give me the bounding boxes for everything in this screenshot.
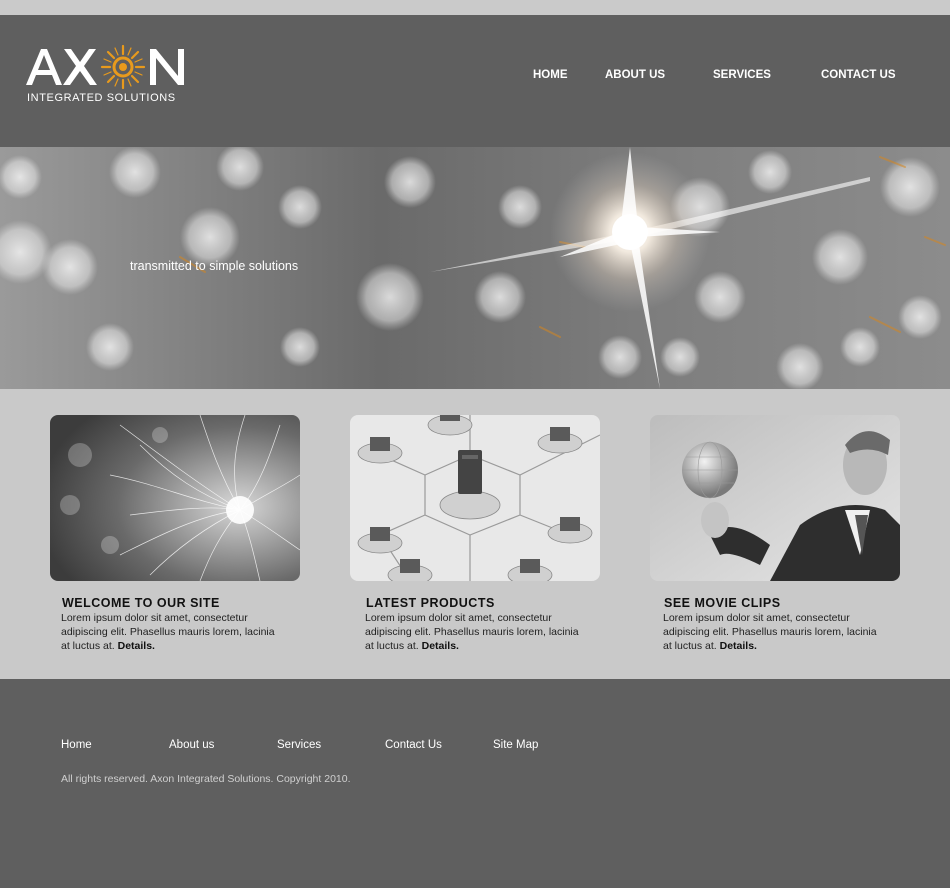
nav-contact-us[interactable]: CONTACT US [821, 69, 896, 81]
feature-description: Lorem ipsum dolor sit amet, consectetur … [663, 612, 877, 652]
nav-about-us[interactable]: ABOUT US [605, 69, 665, 81]
details-link[interactable]: Details. [422, 640, 459, 652]
details-link[interactable]: Details. [720, 640, 757, 652]
footer-link-about-us[interactable]: About us [169, 739, 214, 751]
network-computers-image[interactable] [350, 415, 600, 581]
fiber-optics-image[interactable] [50, 415, 300, 581]
feature-title: WELCOME TO OUR SITE [62, 596, 220, 610]
feature-text: Lorem ipsum dolor sit amet, consectetur … [663, 611, 878, 653]
logo-tagline: INTEGRATED SOLUTIONS [27, 92, 176, 104]
feature-text: Lorem ipsum dolor sit amet, consectetur … [61, 611, 276, 653]
footer-link-contact-us[interactable]: Contact Us [385, 739, 442, 751]
logo[interactable]: INTEGRATED SOLUTIONS [24, 45, 194, 115]
site-footer: Home About us Services Contact Us Site M… [0, 679, 950, 888]
hero-tagline: transmitted to simple solutions [130, 259, 299, 273]
details-link[interactable]: Details. [118, 640, 155, 652]
top-strip [0, 0, 950, 15]
logo-wordmark [26, 45, 184, 90]
feature-title: LATEST PRODUCTS [366, 596, 495, 610]
feature-text: Lorem ipsum dolor sit amet, consectetur … [365, 611, 580, 653]
site-header: INTEGRATED SOLUTIONS HOME ABOUT US SERVI… [0, 15, 950, 147]
feature-description: Lorem ipsum dolor sit amet, consectetur … [61, 612, 275, 652]
sun-burst-icon [100, 45, 146, 90]
copyright-text: All rights reserved. Axon Integrated Sol… [61, 773, 351, 785]
feature-title: SEE MOVIE CLIPS [664, 596, 781, 610]
footer-link-services[interactable]: Services [277, 739, 321, 751]
footer-link-home[interactable]: Home [61, 739, 92, 751]
hero-banner: transmitted to simple solutions [0, 147, 950, 389]
features-section: WELCOME TO OUR SITE Lorem ipsum dolor si… [0, 389, 950, 679]
nav-services[interactable]: SERVICES [713, 69, 771, 81]
businessman-globe-image[interactable] [650, 415, 900, 581]
feature-description: Lorem ipsum dolor sit amet, consectetur … [365, 612, 579, 652]
footer-link-site-map[interactable]: Site Map [493, 739, 538, 751]
nav-home[interactable]: HOME [533, 69, 568, 81]
